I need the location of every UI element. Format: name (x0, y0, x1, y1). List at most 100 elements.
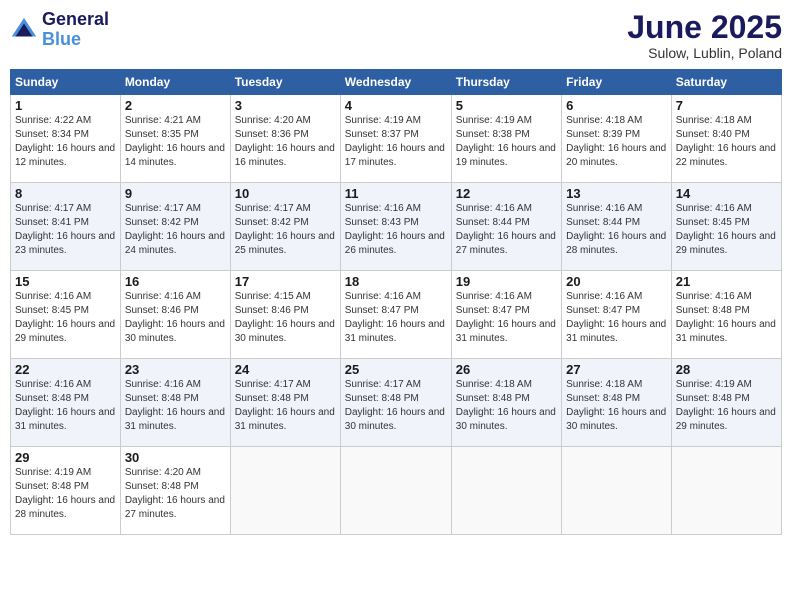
day-info: Sunrise: 4:16 AM Sunset: 8:47 PM Dayligh… (566, 290, 667, 346)
day-number: 17 (235, 274, 336, 289)
sunset: Sunset: 8:47 PM (566, 304, 667, 318)
logo-line1: General (42, 10, 109, 30)
daylight: Daylight: 16 hours and 14 minutes. (125, 142, 226, 170)
daylight: Daylight: 16 hours and 29 minutes. (15, 318, 116, 346)
calendar-cell: 15 Sunrise: 4:16 AM Sunset: 8:45 PM Dayl… (11, 271, 121, 359)
logo: General Blue (10, 10, 109, 50)
day-info: Sunrise: 4:15 AM Sunset: 8:46 PM Dayligh… (235, 290, 336, 346)
calendar-cell (451, 447, 561, 535)
day-info: Sunrise: 4:16 AM Sunset: 8:43 PM Dayligh… (345, 202, 447, 258)
col-sunday: Sunday (11, 70, 121, 95)
daylight: Daylight: 16 hours and 26 minutes. (345, 230, 447, 258)
day-info: Sunrise: 4:17 AM Sunset: 8:48 PM Dayligh… (235, 378, 336, 434)
calendar-cell: 12 Sunrise: 4:16 AM Sunset: 8:44 PM Dayl… (451, 183, 561, 271)
day-info: Sunrise: 4:19 AM Sunset: 8:48 PM Dayligh… (676, 378, 777, 434)
calendar-cell: 22 Sunrise: 4:16 AM Sunset: 8:48 PM Dayl… (11, 359, 121, 447)
sunset: Sunset: 8:47 PM (345, 304, 447, 318)
daylight: Daylight: 16 hours and 31 minutes. (125, 406, 226, 434)
calendar-cell (562, 447, 672, 535)
day-number: 24 (235, 362, 336, 377)
sunset: Sunset: 8:42 PM (235, 216, 336, 230)
week-row-2: 15 Sunrise: 4:16 AM Sunset: 8:45 PM Dayl… (11, 271, 782, 359)
calendar-cell: 9 Sunrise: 4:17 AM Sunset: 8:42 PM Dayli… (120, 183, 230, 271)
day-info: Sunrise: 4:16 AM Sunset: 8:47 PM Dayligh… (345, 290, 447, 346)
day-info: Sunrise: 4:17 AM Sunset: 8:41 PM Dayligh… (15, 202, 116, 258)
sunset: Sunset: 8:35 PM (125, 128, 226, 142)
day-number: 6 (566, 98, 667, 113)
day-number: 4 (345, 98, 447, 113)
calendar-cell: 21 Sunrise: 4:16 AM Sunset: 8:48 PM Dayl… (671, 271, 781, 359)
daylight: Daylight: 16 hours and 31 minutes. (345, 318, 447, 346)
day-number: 8 (15, 186, 116, 201)
day-number: 9 (125, 186, 226, 201)
daylight: Daylight: 16 hours and 28 minutes. (566, 230, 667, 258)
daylight: Daylight: 16 hours and 30 minutes. (566, 406, 667, 434)
sunrise: Sunrise: 4:16 AM (566, 290, 667, 304)
calendar-cell: 6 Sunrise: 4:18 AM Sunset: 8:39 PM Dayli… (562, 95, 672, 183)
sunset: Sunset: 8:45 PM (676, 216, 777, 230)
day-info: Sunrise: 4:16 AM Sunset: 8:48 PM Dayligh… (125, 378, 226, 434)
daylight: Daylight: 16 hours and 25 minutes. (235, 230, 336, 258)
daylight: Daylight: 16 hours and 19 minutes. (456, 142, 557, 170)
day-number: 13 (566, 186, 667, 201)
sunset: Sunset: 8:48 PM (676, 392, 777, 406)
day-info: Sunrise: 4:18 AM Sunset: 8:40 PM Dayligh… (676, 114, 777, 170)
sunset: Sunset: 8:37 PM (345, 128, 447, 142)
sunset: Sunset: 8:41 PM (15, 216, 116, 230)
header: General Blue June 2025 Sulow, Lublin, Po… (10, 10, 782, 61)
calendar-cell: 5 Sunrise: 4:19 AM Sunset: 8:38 PM Dayli… (451, 95, 561, 183)
logo-icon (10, 16, 38, 44)
sunset: Sunset: 8:40 PM (676, 128, 777, 142)
calendar-cell: 20 Sunrise: 4:16 AM Sunset: 8:47 PM Dayl… (562, 271, 672, 359)
sunset: Sunset: 8:48 PM (15, 392, 116, 406)
day-info: Sunrise: 4:16 AM Sunset: 8:44 PM Dayligh… (566, 202, 667, 258)
day-info: Sunrise: 4:19 AM Sunset: 8:37 PM Dayligh… (345, 114, 447, 170)
sunrise: Sunrise: 4:19 AM (676, 378, 777, 392)
sunrise: Sunrise: 4:16 AM (15, 290, 116, 304)
sunrise: Sunrise: 4:16 AM (125, 378, 226, 392)
title-block: June 2025 Sulow, Lublin, Poland (627, 10, 782, 61)
day-info: Sunrise: 4:16 AM Sunset: 8:48 PM Dayligh… (676, 290, 777, 346)
sunrise: Sunrise: 4:16 AM (15, 378, 116, 392)
daylight: Daylight: 16 hours and 23 minutes. (15, 230, 116, 258)
sunset: Sunset: 8:39 PM (566, 128, 667, 142)
calendar-cell: 13 Sunrise: 4:16 AM Sunset: 8:44 PM Dayl… (562, 183, 672, 271)
calendar-cell: 14 Sunrise: 4:16 AM Sunset: 8:45 PM Dayl… (671, 183, 781, 271)
day-number: 19 (456, 274, 557, 289)
sunset: Sunset: 8:48 PM (125, 392, 226, 406)
calendar-cell (340, 447, 451, 535)
day-number: 27 (566, 362, 667, 377)
calendar-cell: 27 Sunrise: 4:18 AM Sunset: 8:48 PM Dayl… (562, 359, 672, 447)
month-title: June 2025 (627, 10, 782, 45)
sunrise: Sunrise: 4:16 AM (456, 290, 557, 304)
day-info: Sunrise: 4:16 AM Sunset: 8:45 PM Dayligh… (676, 202, 777, 258)
sunset: Sunset: 8:48 PM (15, 480, 116, 494)
day-info: Sunrise: 4:16 AM Sunset: 8:47 PM Dayligh… (456, 290, 557, 346)
sunrise: Sunrise: 4:19 AM (345, 114, 447, 128)
day-number: 3 (235, 98, 336, 113)
day-number: 22 (15, 362, 116, 377)
sunrise: Sunrise: 4:19 AM (456, 114, 557, 128)
col-wednesday: Wednesday (340, 70, 451, 95)
daylight: Daylight: 16 hours and 29 minutes. (676, 230, 777, 258)
sunset: Sunset: 8:46 PM (125, 304, 226, 318)
sunrise: Sunrise: 4:16 AM (345, 202, 447, 216)
sunset: Sunset: 8:48 PM (456, 392, 557, 406)
header-row: Sunday Monday Tuesday Wednesday Thursday… (11, 70, 782, 95)
sunrise: Sunrise: 4:22 AM (15, 114, 116, 128)
sunset: Sunset: 8:46 PM (235, 304, 336, 318)
calendar-cell: 3 Sunrise: 4:20 AM Sunset: 8:36 PM Dayli… (230, 95, 340, 183)
day-number: 14 (676, 186, 777, 201)
sunset: Sunset: 8:48 PM (566, 392, 667, 406)
page: General Blue June 2025 Sulow, Lublin, Po… (0, 0, 792, 612)
day-number: 29 (15, 450, 116, 465)
calendar-body: 1 Sunrise: 4:22 AM Sunset: 8:34 PM Dayli… (11, 95, 782, 535)
sunrise: Sunrise: 4:16 AM (125, 290, 226, 304)
sunset: Sunset: 8:48 PM (676, 304, 777, 318)
sunrise: Sunrise: 4:17 AM (345, 378, 447, 392)
day-info: Sunrise: 4:16 AM Sunset: 8:44 PM Dayligh… (456, 202, 557, 258)
sunrise: Sunrise: 4:17 AM (15, 202, 116, 216)
day-info: Sunrise: 4:17 AM Sunset: 8:48 PM Dayligh… (345, 378, 447, 434)
col-thursday: Thursday (451, 70, 561, 95)
sunrise: Sunrise: 4:17 AM (125, 202, 226, 216)
